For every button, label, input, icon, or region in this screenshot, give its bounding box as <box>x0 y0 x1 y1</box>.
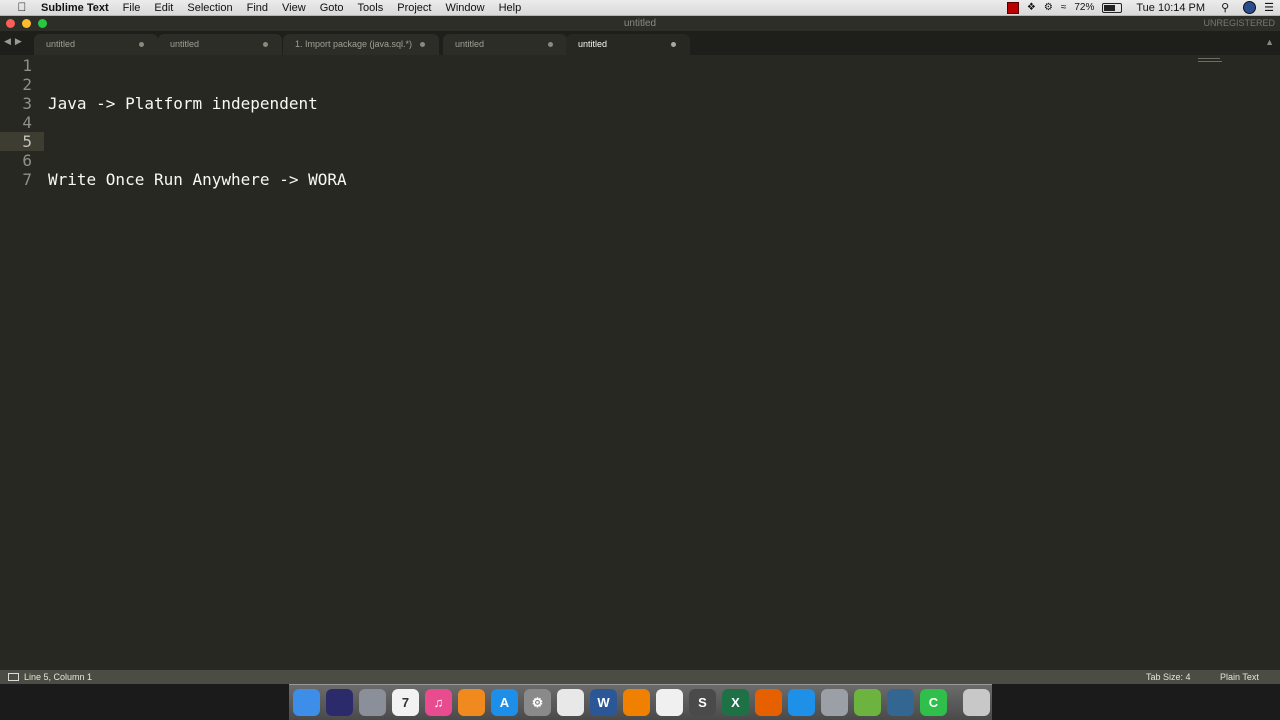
minimap[interactable] <box>1198 58 1222 66</box>
ibooks-icon[interactable] <box>458 689 485 716</box>
menu-project[interactable]: Project <box>397 2 431 14</box>
tab-label: untitled <box>46 39 76 49</box>
unsaved-dot-icon[interactable] <box>139 42 144 47</box>
spotlight-search-icon[interactable]: ⚲ <box>1221 1 1229 14</box>
license-status: UNREGISTERED <box>1203 18 1275 28</box>
camtasia-icon[interactable]: C <box>920 689 947 716</box>
editor-line[interactable]: 3 Java -> Platform independent <box>0 94 1280 113</box>
line-number: 6 <box>22 151 32 170</box>
safari-icon[interactable] <box>788 689 815 716</box>
battery-icon[interactable] <box>1102 2 1123 13</box>
editor-line[interactable]: 4 <box>0 113 1280 132</box>
sync-icon[interactable]: ⚙ <box>1044 2 1053 13</box>
chrome-icon[interactable] <box>557 689 584 716</box>
tab-size-selector[interactable]: Tab Size: 4 <box>1146 670 1191 684</box>
itunes-icon[interactable]: ♫ <box>425 689 452 716</box>
syntax-selector[interactable]: Plain Text <box>1220 670 1259 684</box>
textedit-icon[interactable] <box>656 689 683 716</box>
notification-center-icon[interactable]: ☰ <box>1264 1 1274 14</box>
line-text[interactable]: Write Once Run Anywhere -> WORA <box>48 170 347 189</box>
tab-label: untitled <box>455 39 485 49</box>
app-store-icon[interactable]: A <box>491 689 518 716</box>
line-number: 1 <box>22 56 32 75</box>
launchpad-icon[interactable] <box>359 689 386 716</box>
line-number: 5 <box>22 132 32 151</box>
unsaved-dot-icon[interactable] <box>671 42 676 47</box>
menu-find[interactable]: Find <box>247 2 268 14</box>
menu-view[interactable]: View <box>282 2 306 14</box>
editor-line[interactable]: 6 <box>0 151 1280 170</box>
editor-line-current[interactable]: 5 <box>0 132 1280 151</box>
tab-import-package[interactable]: 1. Import package (java.sql.*) <box>283 34 439 55</box>
system-preferences-icon[interactable]: ⚙ <box>524 689 551 716</box>
line-number: 7 <box>22 170 32 189</box>
close-window-button[interactable] <box>6 19 15 28</box>
tab-label: 1. Import package (java.sql.*) <box>295 39 413 49</box>
finder-icon[interactable] <box>293 689 320 716</box>
menu-selection[interactable]: Selection <box>187 2 232 14</box>
editor-area[interactable]: 1 2 3 Java -> Platform independent 4 5 6… <box>0 55 1280 670</box>
menu-tools[interactable]: Tools <box>358 2 384 14</box>
minimize-window-button[interactable] <box>22 19 31 28</box>
battery-percent[interactable]: 72% <box>1074 2 1094 13</box>
clock[interactable]: Tue 10:14 PM <box>1136 2 1205 14</box>
siri-icon[interactable] <box>326 689 353 716</box>
tab-label: untitled <box>578 39 608 49</box>
menu-edit[interactable]: Edit <box>154 2 173 14</box>
tab-untitled-2[interactable]: untitled <box>158 34 282 55</box>
editor-line[interactable]: 7 Write Once Run Anywhere -> WORA <box>0 170 1280 189</box>
calendar-icon[interactable]: 7 <box>392 689 419 716</box>
window-title: untitled <box>623 18 657 29</box>
postgres-icon[interactable] <box>887 689 914 716</box>
editor-line[interactable]: 1 <box>0 56 1280 75</box>
menu-goto[interactable]: Goto <box>320 2 344 14</box>
tab-untitled-active[interactable]: untitled <box>566 34 690 55</box>
trash-icon[interactable] <box>963 689 990 716</box>
firefox-icon[interactable] <box>755 689 782 716</box>
apple-menu-icon[interactable]:  <box>15 0 29 15</box>
wifi-icon[interactable]: ≈ <box>1061 2 1067 13</box>
dropbox-icon[interactable]: ❖ <box>1027 2 1036 13</box>
status-bar: Line 5, Column 1 Tab Size: 4 Plain Text <box>0 670 1280 684</box>
menu-help[interactable]: Help <box>499 2 522 14</box>
cursor-position: Line 5, Column 1 <box>24 672 93 682</box>
vlc-icon[interactable] <box>623 689 650 716</box>
menu-bar:  Sublime Text File Edit Selection Find … <box>0 0 1280 16</box>
menu-file[interactable]: File <box>123 2 141 14</box>
unsaved-dot-icon[interactable] <box>420 42 425 47</box>
tab-bar: ◀▶ untitled untitled 1. Import package (… <box>0 31 1280 55</box>
tab-navigation-arrows-icon[interactable]: ◀▶ <box>4 36 26 47</box>
sublime-text-icon[interactable]: S <box>689 689 716 716</box>
menu-window[interactable]: Window <box>445 2 484 14</box>
line-text[interactable]: Java -> Platform independent <box>48 94 318 113</box>
recording-icon[interactable] <box>1006 1 1019 14</box>
editor-line[interactable]: 2 <box>0 75 1280 94</box>
app-menu[interactable]: Sublime Text <box>41 2 109 14</box>
window-titlebar: untitled UNREGISTERED <box>0 16 1280 31</box>
tab-label: untitled <box>170 39 200 49</box>
tab-list-menu-icon[interactable]: ▲ <box>1265 37 1274 47</box>
zoom-window-button[interactable] <box>38 19 47 28</box>
line-number: 2 <box>22 75 32 94</box>
user-avatar-icon[interactable] <box>1243 1 1257 14</box>
unsaved-dot-icon[interactable] <box>263 42 268 47</box>
excel-icon[interactable]: X <box>722 689 749 716</box>
dock: 7 ♫ A ⚙ W S X C <box>289 684 992 720</box>
word-icon[interactable]: W <box>590 689 617 716</box>
unsaved-dot-icon[interactable] <box>548 42 553 47</box>
tab-untitled-4[interactable]: untitled <box>443 34 567 55</box>
preview-icon[interactable] <box>821 689 848 716</box>
spring-tool-icon[interactable] <box>854 689 881 716</box>
panel-toggle-icon[interactable] <box>8 673 19 681</box>
line-number: 4 <box>22 113 32 132</box>
line-number: 3 <box>22 94 32 113</box>
tab-untitled-1[interactable]: untitled <box>34 34 158 55</box>
